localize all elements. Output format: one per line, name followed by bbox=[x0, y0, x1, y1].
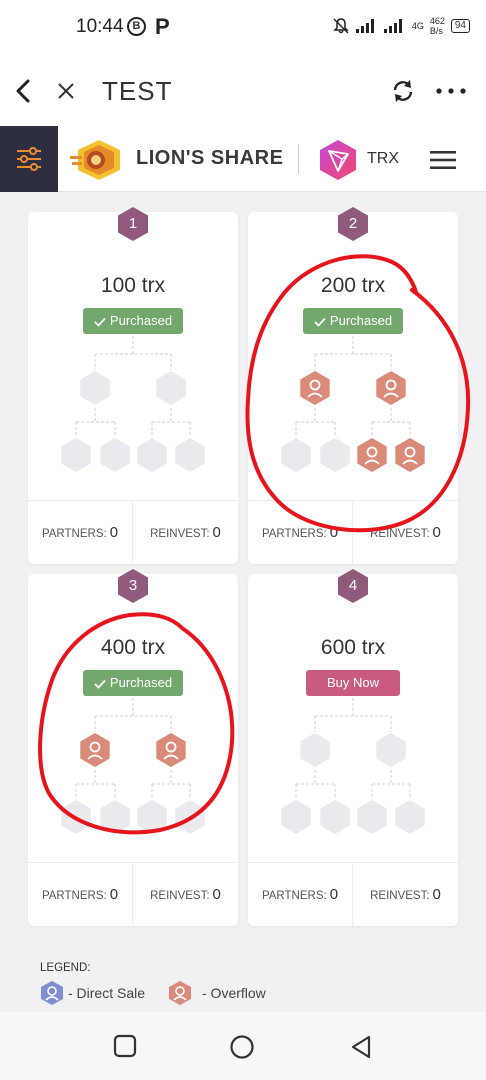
partners-label: PARTNERS: bbox=[261, 528, 327, 540]
overflow-icon bbox=[169, 981, 191, 1005]
legend: LEGEND: - Direct Sale - Overflow bbox=[40, 958, 266, 1005]
back-arrow-icon[interactable] bbox=[12, 78, 34, 104]
partners-stat: PARTNERS: 0 bbox=[28, 863, 133, 927]
partner-tree bbox=[248, 698, 458, 853]
reinvest-stat: REINVEST: 0 bbox=[353, 863, 458, 927]
legend-overflow-text: - Overflow bbox=[202, 985, 266, 1001]
partner-tree bbox=[28, 336, 238, 491]
buy-now-button[interactable]: Buy Now bbox=[306, 670, 400, 696]
level-amount: 100 trx bbox=[100, 274, 166, 297]
level-number-badge: 4 bbox=[337, 568, 369, 604]
status-label: Purchased bbox=[109, 675, 173, 690]
purchased-badge: Purchased bbox=[83, 670, 183, 696]
partners-label: PARTNERS: bbox=[41, 890, 107, 902]
partners-count: 0 bbox=[329, 524, 339, 541]
sliders-icon bbox=[17, 147, 41, 171]
system-nav-bar bbox=[0, 1012, 486, 1080]
status-time: 10:44 bbox=[76, 16, 124, 37]
reinvest-count: 0 bbox=[212, 886, 221, 903]
level-card-1: 1 100 trx Purchased PARTNERS: 0 REINVEST: 0 bbox=[28, 207, 238, 565]
app-header: TEST bbox=[0, 56, 486, 126]
level-number: 2 bbox=[348, 215, 358, 232]
reinvest-count: 0 bbox=[212, 524, 221, 541]
notification-badge-icon: B bbox=[127, 17, 146, 36]
partner-tree bbox=[28, 698, 238, 853]
legend-direct-sale-text: - Direct Sale bbox=[68, 985, 146, 1001]
legend-overflow: - Overflow bbox=[168, 980, 266, 1006]
check-icon bbox=[94, 317, 106, 327]
lion-logo-icon bbox=[70, 140, 120, 180]
status-label: Purchased bbox=[109, 313, 173, 328]
partners-count: 0 bbox=[329, 886, 339, 903]
direct-sale-icon bbox=[41, 981, 63, 1005]
partners-count: 0 bbox=[109, 886, 119, 903]
level-number: 3 bbox=[128, 577, 138, 594]
hamburger-menu-icon[interactable] bbox=[430, 150, 456, 170]
network-speed-value: 462 bbox=[429, 16, 445, 26]
level-number-badge: 3 bbox=[117, 568, 149, 604]
brand-name: LION'S SHARE bbox=[136, 147, 284, 169]
refresh-icon[interactable] bbox=[390, 78, 416, 104]
reinvest-label: REINVEST: bbox=[370, 528, 430, 540]
more-options-icon[interactable] bbox=[436, 88, 466, 94]
level-number-badge: 2 bbox=[337, 206, 369, 242]
level-card-3: 3 400 trx Purchased PARTNERS: 0 REINVEST: 0 bbox=[28, 569, 238, 927]
recents-square-icon[interactable] bbox=[113, 1034, 137, 1058]
legend-direct-sale: - Direct Sale bbox=[40, 980, 145, 1006]
filter-button[interactable] bbox=[0, 126, 58, 192]
legend-label: LEGEND: bbox=[40, 962, 91, 974]
partners-label: PARTNERS: bbox=[41, 528, 107, 540]
card-footer: PARTNERS: 0 REINVEST: 0 bbox=[28, 500, 238, 565]
nav-divider bbox=[298, 144, 299, 174]
reinvest-count: 0 bbox=[432, 524, 441, 541]
level-amount: 400 trx bbox=[100, 636, 166, 659]
partners-label: PARTNERS: bbox=[261, 890, 327, 902]
status-icons: 4G 462 B/s 94 bbox=[332, 16, 470, 36]
purchased-badge: Purchased bbox=[83, 308, 183, 334]
card-footer: PARTNERS: 0 REINVEST: 0 bbox=[248, 500, 458, 565]
reinvest-label: REINVEST: bbox=[150, 890, 210, 902]
card-footer: PARTNERS: 0 REINVEST: 0 bbox=[248, 862, 458, 927]
level-number: 4 bbox=[348, 577, 358, 594]
level-number-badge: 1 bbox=[117, 206, 149, 242]
check-icon bbox=[314, 317, 326, 327]
page-title: TEST bbox=[102, 76, 173, 106]
home-circle-icon[interactable] bbox=[229, 1034, 255, 1060]
signal-icon bbox=[355, 19, 374, 33]
close-icon[interactable] bbox=[56, 78, 76, 104]
partners-stat: PARTNERS: 0 bbox=[248, 863, 353, 927]
partner-tree bbox=[248, 336, 458, 491]
currency-label[interactable]: TRX bbox=[367, 150, 399, 168]
app-notification-icon: P bbox=[155, 14, 170, 39]
mute-icon bbox=[333, 18, 349, 34]
reinvest-label: REINVEST: bbox=[370, 890, 430, 902]
reinvest-stat: REINVEST: 0 bbox=[133, 863, 238, 927]
reinvest-stat: REINVEST: 0 bbox=[353, 501, 458, 565]
level-card-4: 4 600 trx Buy Now PARTNERS: 0 REINVEST: 0 bbox=[248, 569, 458, 927]
partners-stat: PARTNERS: 0 bbox=[248, 501, 353, 565]
status-bar: 10:44 B P 4G 462 B/s 94 bbox=[0, 0, 486, 56]
reinvest-stat: REINVEST: 0 bbox=[133, 501, 238, 565]
level-number: 1 bbox=[128, 215, 138, 232]
card-footer: PARTNERS: 0 REINVEST: 0 bbox=[28, 862, 238, 927]
network-speed: 462 B/s bbox=[430, 16, 445, 36]
partners-stat: PARTNERS: 0 bbox=[28, 501, 133, 565]
partners-count: 0 bbox=[109, 524, 119, 541]
reinvest-count: 0 bbox=[432, 886, 441, 903]
site-nav: LION'S SHARE TRX bbox=[0, 126, 486, 192]
network-type: 4G bbox=[411, 21, 424, 31]
network-speed-unit: B/s bbox=[429, 26, 443, 36]
back-triangle-icon[interactable] bbox=[349, 1034, 373, 1060]
purchased-badge: Purchased bbox=[303, 308, 403, 334]
check-icon bbox=[94, 679, 106, 689]
status-label: Purchased bbox=[329, 313, 393, 328]
reinvest-label: REINVEST: bbox=[150, 528, 210, 540]
tron-logo-icon[interactable] bbox=[318, 139, 358, 181]
battery-icon: 94 bbox=[450, 19, 470, 33]
level-amount: 200 trx bbox=[320, 274, 386, 297]
status-label: Buy Now bbox=[326, 675, 380, 690]
signal-icon-2 bbox=[383, 19, 402, 33]
level-card-2: 2 200 trx Purchased PARTNERS: 0 REINVEST: 0 bbox=[248, 207, 458, 565]
level-amount: 600 trx bbox=[320, 636, 386, 659]
